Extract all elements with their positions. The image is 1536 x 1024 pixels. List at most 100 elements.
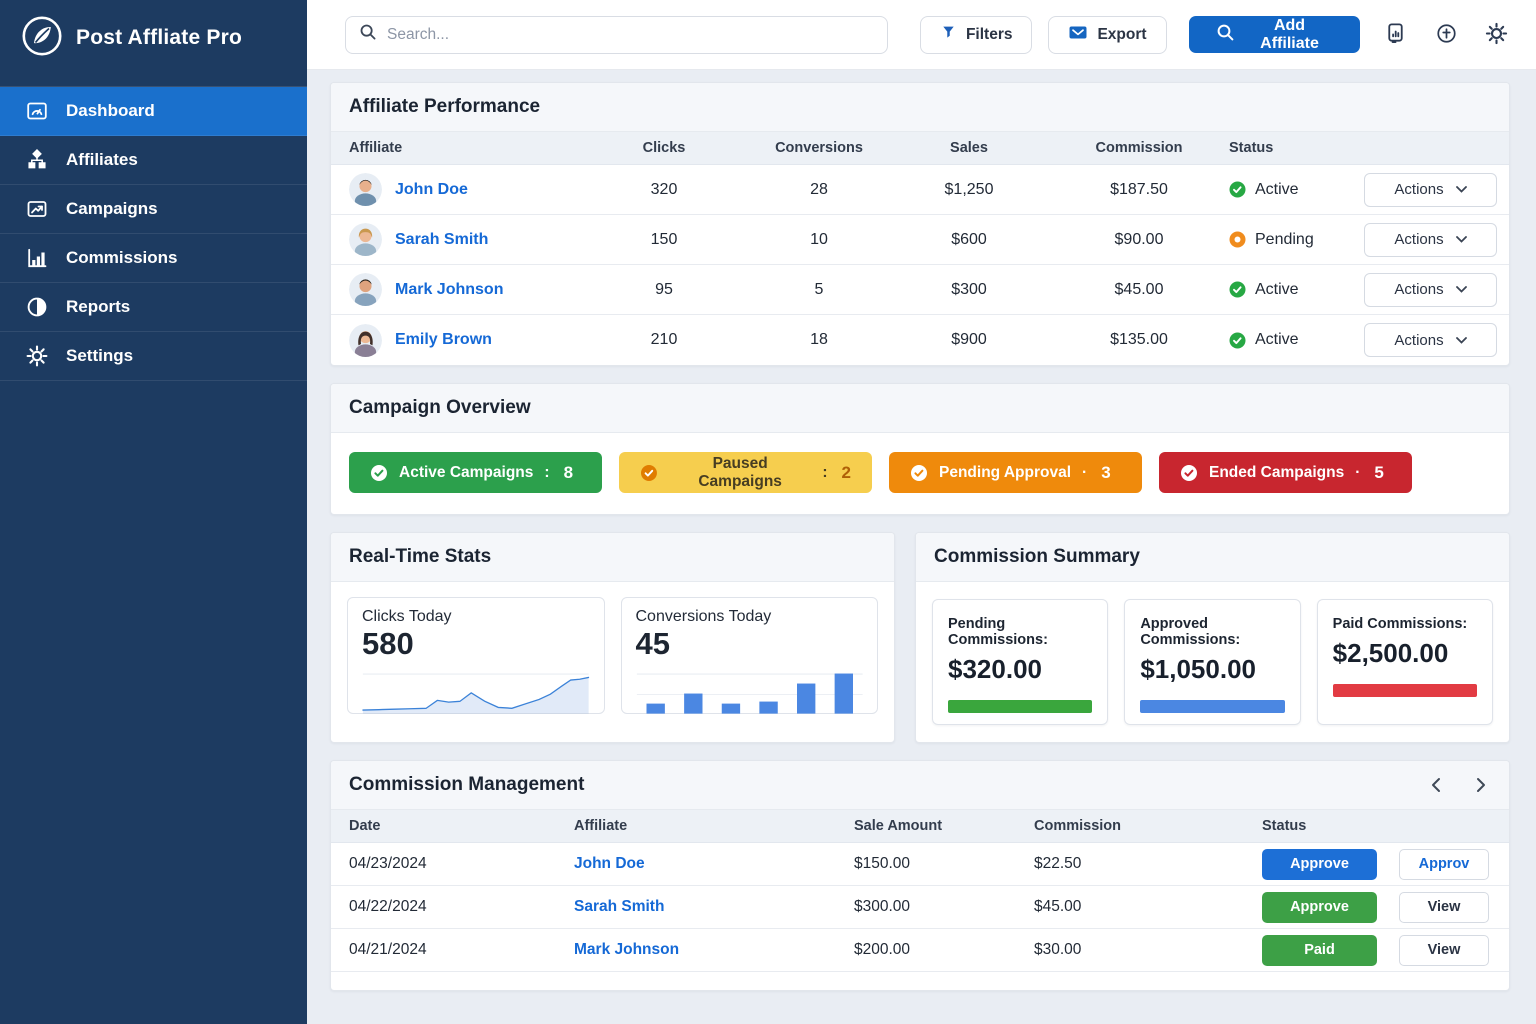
export-button[interactable]: Export [1048, 16, 1166, 54]
commission-management-header: Commission Management [331, 761, 1509, 810]
chevron-left-icon [1430, 777, 1441, 793]
affiliate-name-link[interactable]: Mark Johnson [395, 281, 503, 299]
active-campaigns-badge[interactable]: Active Campaigns : 8 [349, 452, 602, 493]
sidebar-item-label: Dashboard [66, 101, 155, 121]
chevron-down-icon [1456, 186, 1467, 193]
search-plus-icon [1216, 23, 1235, 47]
sidebar-item-label: Affiliates [66, 150, 138, 170]
section-title: Affiliate Performance [349, 96, 540, 118]
clicks-today-card: Clicks Today 580 [347, 597, 605, 714]
commission-value: $30.00 [1034, 941, 1234, 959]
filters-button[interactable]: Filters [920, 16, 1033, 54]
stat-label: Clicks Today [362, 608, 590, 626]
date-value: 04/21/2024 [349, 941, 574, 959]
topbar: Filters Export Add Affiliate [307, 0, 1536, 70]
sidebar-item-commissions[interactable]: Commissions [0, 234, 307, 283]
performance-table-header: Affiliate Clicks Conversions Sales Commi… [331, 132, 1509, 165]
actions-dropdown[interactable]: Actions [1364, 173, 1497, 207]
commission-value: $135.00 [1049, 331, 1229, 349]
commission-summary-header: Commission Summary [916, 533, 1509, 582]
affiliate-name-link[interactable]: John Doe [395, 181, 468, 199]
table-row: John Doe 320 28 $1,250 $187.50 Active Ac… [331, 165, 1509, 215]
paid-button[interactable]: Paid [1262, 935, 1377, 966]
column-status: Status [1229, 140, 1364, 156]
secondary-action-button[interactable]: Approv [1399, 849, 1489, 880]
sales-value: $600 [889, 231, 1049, 249]
summary-value: $320.00 [948, 654, 1092, 685]
approve-button[interactable]: Approve [1262, 892, 1377, 923]
status-active-icon [1229, 181, 1246, 198]
settings-button[interactable] [1481, 19, 1512, 51]
column-clicks: Clicks [579, 140, 749, 156]
brand-name: Post Affliate Pro [76, 26, 242, 50]
campaigns-icon [25, 197, 49, 221]
section-title: Commission Management [349, 774, 584, 796]
pager [1425, 775, 1491, 795]
next-page-button[interactable] [1471, 775, 1491, 795]
column-sales: Sales [889, 140, 1049, 156]
actions-dropdown[interactable]: Actions [1364, 273, 1497, 307]
add-circle-button[interactable] [1431, 19, 1462, 51]
table-row: Mark Johnson 95 5 $300 $45.00 Active Act… [331, 265, 1509, 315]
affiliate-name-link[interactable]: Emily Brown [395, 331, 492, 349]
sidebar-item-settings[interactable]: Settings [0, 332, 307, 381]
avatar [349, 273, 382, 306]
ended-campaigns-badge[interactable]: Ended Campaigns · 5 [1159, 452, 1412, 493]
affiliates-icon [25, 148, 49, 172]
table-row: Emily Brown 210 18 $900 $135.00 Active A… [331, 315, 1509, 365]
check-circle-icon [1180, 464, 1198, 482]
sidebar-item-label: Settings [66, 346, 133, 366]
sales-value: $1,250 [889, 181, 1049, 199]
add-affiliate-label: Add Affiliate [1246, 17, 1334, 53]
section-title: Commission Summary [934, 546, 1140, 568]
status-badge: Active [1229, 331, 1364, 349]
affiliate-name-link[interactable]: Mark Johnson [574, 941, 854, 959]
view-button[interactable]: View [1399, 935, 1489, 966]
sale-amount-value: $300.00 [854, 898, 1034, 916]
sidebar-item-campaigns[interactable]: Campaigns [0, 185, 307, 234]
add-affiliate-button[interactable]: Add Affiliate [1189, 16, 1361, 53]
affiliate-name-link[interactable]: John Doe [574, 855, 854, 873]
gear-icon [1484, 21, 1509, 49]
actions-dropdown[interactable]: Actions [1364, 223, 1497, 257]
actions-dropdown[interactable]: Actions [1364, 323, 1497, 357]
sidebar-item-affiliates[interactable]: Affiliates [0, 136, 307, 185]
approve-button[interactable]: Approve [1262, 849, 1377, 880]
paused-campaigns-badge[interactable]: Paused Campaigns : 2 [619, 452, 872, 493]
prev-page-button[interactable] [1425, 775, 1445, 795]
envelope-icon [1068, 24, 1088, 46]
conversions-today-card: Conversions Today 45 [621, 597, 879, 714]
pending-approval-badge[interactable]: Pending Approval · 3 [889, 452, 1142, 493]
dashboard-content: Affiliate Performance Affiliate Clicks C… [307, 70, 1536, 1008]
affiliate-name-link[interactable]: Sarah Smith [395, 231, 488, 249]
brand: Post Affliate Pro [0, 0, 307, 76]
sidebar-item-dashboard[interactable]: Dashboard [0, 87, 307, 136]
filters-label: Filters [966, 26, 1013, 44]
check-circle-icon [910, 464, 928, 482]
search-box [345, 16, 888, 54]
campaign-overview-card: Campaign Overview Active Campaigns : 8 [330, 383, 1510, 515]
clicks-value: 210 [579, 331, 749, 349]
commission-summary-card: Commission Summary Pending Commissions: … [915, 532, 1510, 743]
view-button[interactable]: View [1399, 892, 1489, 923]
chevron-down-icon [1456, 236, 1467, 243]
clicks-value: 95 [579, 281, 749, 299]
summary-value: $1,050.00 [1140, 654, 1284, 685]
search-input[interactable] [387, 26, 874, 44]
report-card-button[interactable] [1380, 19, 1411, 51]
clicks-value: 320 [579, 181, 749, 199]
table-row: Sarah Smith 150 10 $600 $90.00 Pending A… [331, 215, 1509, 265]
status-badge: Active [1229, 281, 1364, 299]
reports-icon [25, 295, 49, 319]
sidebar-nav: Dashboard Affiliates Campai [0, 86, 307, 381]
sidebar-item-label: Campaigns [66, 199, 158, 219]
column-affiliate: Affiliate [349, 140, 579, 156]
status-badge: Active [1229, 181, 1364, 199]
affiliate-name-link[interactable]: Sarah Smith [574, 898, 854, 916]
search-icon [359, 23, 377, 46]
sidebar-item-reports[interactable]: Reports [0, 283, 307, 332]
report-card-icon [1384, 21, 1407, 48]
status-badge: Pending [1229, 231, 1364, 249]
section-title: Real-Time Stats [349, 546, 491, 568]
campaign-overview-header: Campaign Overview [331, 384, 1509, 433]
